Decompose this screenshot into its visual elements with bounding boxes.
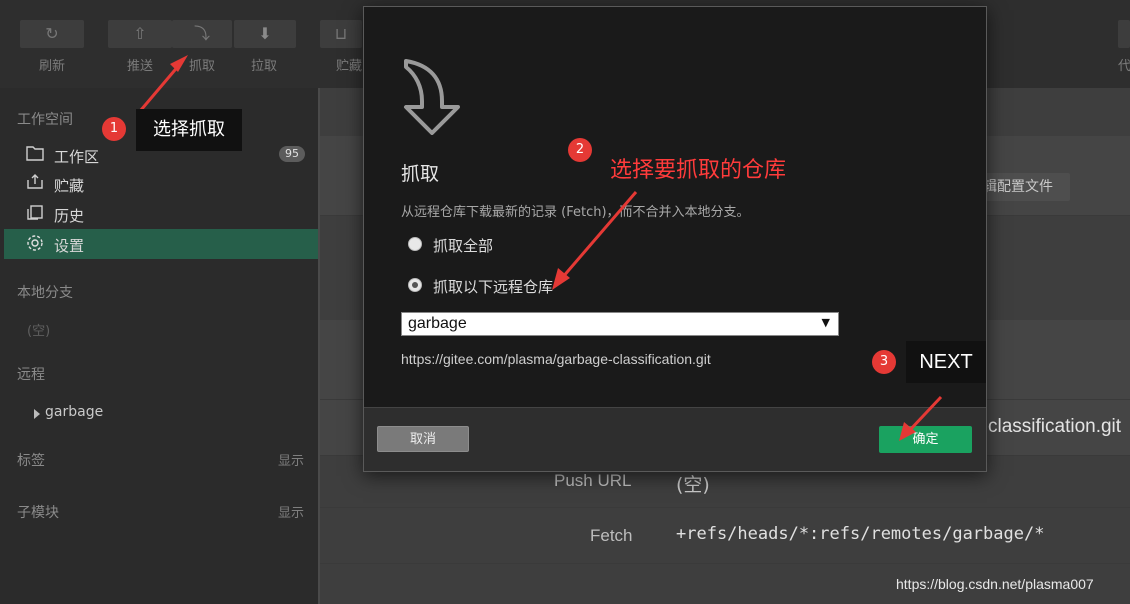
annotation-step-1-badge: 1 xyxy=(102,117,126,141)
tags-show-link[interactable]: 显示 xyxy=(278,450,304,469)
gear-icon xyxy=(26,234,44,252)
fetch-selected-radio[interactable] xyxy=(408,278,422,292)
push-url-label: Push URL xyxy=(554,471,632,490)
pull-label: 拉取 xyxy=(250,59,277,74)
local-branch-header: 本地分支 xyxy=(17,285,73,301)
sidebar-item-stash[interactable]: 贮藏 xyxy=(4,169,318,199)
annotation-step-2-badge: 2 xyxy=(568,138,592,162)
annotation-step-2-label: 选择要抓取的仓库 xyxy=(610,158,787,183)
stash-label: 贮藏 xyxy=(336,59,363,74)
tags-header: 标签 xyxy=(17,453,45,469)
sidebar-item-label: 工作区 xyxy=(54,148,100,166)
sidebar-item-label: 设置 xyxy=(54,237,85,255)
right-toolbar-button[interactable] xyxy=(1118,20,1130,48)
watermark: https://blog.csdn.net/plasma007 xyxy=(896,576,1094,592)
sidebar-item-settings[interactable]: 设置 xyxy=(4,229,318,259)
fetch-label: Fetch xyxy=(590,526,633,545)
fetch-arrow-icon xyxy=(402,55,466,135)
submodule-show-link[interactable]: 显示 xyxy=(278,502,304,521)
dialog-footer: 取消 确定 xyxy=(364,407,986,471)
pull-icon: ⬇ xyxy=(258,24,272,43)
remote-header: 远程 xyxy=(17,367,45,383)
history-icon xyxy=(26,204,44,222)
refresh-button[interactable]: ↻ xyxy=(20,20,84,48)
stash-icon: ⊔ xyxy=(334,24,348,43)
fetch-label: 抓取 xyxy=(188,59,215,74)
refresh-label: 刷新 xyxy=(38,59,65,74)
remote-url: https://gitee.com/plasma/garbage-classif… xyxy=(401,351,711,367)
remote-select[interactable]: garbage ▼ xyxy=(401,312,839,336)
confirm-button[interactable]: 确定 xyxy=(879,426,972,453)
submodule-header: 子模块 xyxy=(17,505,59,521)
fetch-dialog: 抓取 从远程仓库下载最新的记录 (Fetch)，而不合并入本地分支。 抓取全部 … xyxy=(363,6,987,472)
folder-icon xyxy=(26,145,44,163)
cancel-button[interactable]: 取消 xyxy=(377,426,469,452)
push-url-value: (空) xyxy=(676,474,710,496)
push-icon: ⇧ xyxy=(133,24,147,43)
annotation-step-3-badge: 3 xyxy=(872,350,896,374)
stash-button[interactable]: ⊔ xyxy=(320,20,362,48)
push-label: 推送 xyxy=(126,59,153,74)
dialog-description: 从远程仓库下载最新的记录 (Fetch)，而不合并入本地分支。 xyxy=(401,205,750,220)
workspace-count-badge: 95 xyxy=(279,146,305,162)
refresh-icon: ↻ xyxy=(45,24,59,43)
fetch-selected-label[interactable]: 抓取以下远程仓库 xyxy=(433,276,553,297)
remote-url-value: classification.git xyxy=(988,416,1122,437)
fetch-all-label[interactable]: 抓取全部 xyxy=(433,235,493,256)
fetch-icon: ⤵ xyxy=(193,24,210,43)
fetch-refspec-value: +refs/heads/*:refs/remotes/garbage/* xyxy=(676,524,1045,544)
push-button[interactable]: ⇧ xyxy=(108,20,172,48)
dropdown-arrow-icon: ▼ xyxy=(821,316,830,329)
caret-right-icon[interactable] xyxy=(33,407,41,419)
sidebar-item-label: 贮藏 xyxy=(54,177,85,195)
sidebar-item-history[interactable]: 历史 xyxy=(4,199,318,229)
sidebar-item-label: 历史 xyxy=(54,207,85,225)
fetch-all-radio[interactable] xyxy=(408,237,422,251)
annotation-step-3-label: NEXT xyxy=(906,341,986,383)
stash-icon xyxy=(26,174,44,192)
remote-item-garbage[interactable]: garbage xyxy=(45,404,103,420)
remote-select-value: garbage xyxy=(408,315,467,332)
right-toolbar-label: 代 xyxy=(1118,59,1130,74)
local-branch-empty: (空) xyxy=(27,324,51,339)
pull-button[interactable]: ⬇ xyxy=(234,20,296,48)
annotation-step-1-label: 选择抓取 xyxy=(136,109,242,151)
workspace-header: 工作空间 xyxy=(17,112,73,128)
dialog-title: 抓取 xyxy=(401,163,440,185)
fetch-button[interactable]: ⤵ xyxy=(172,20,232,48)
